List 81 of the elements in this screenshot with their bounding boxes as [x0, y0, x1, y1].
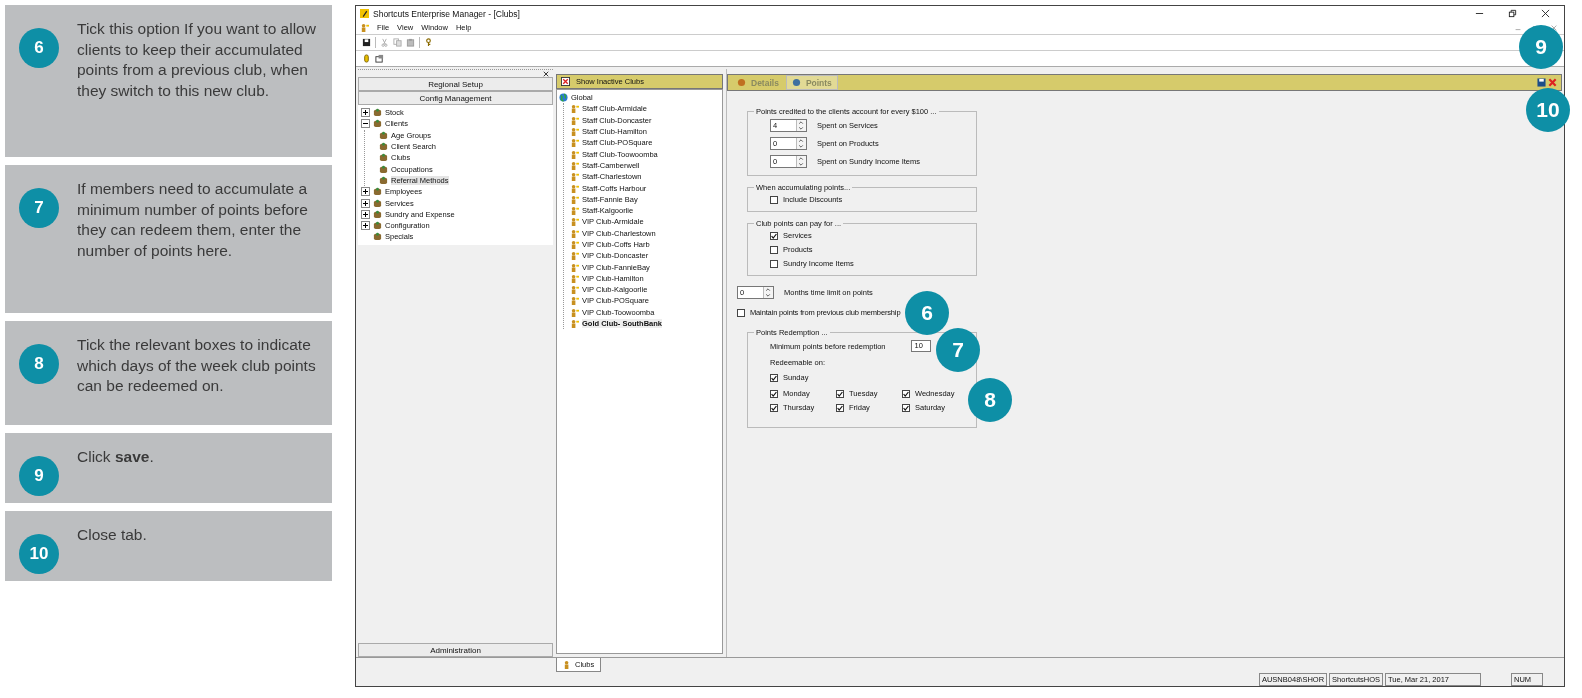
circle-icon [737, 78, 746, 87]
category-icon [379, 142, 388, 152]
spinner-icon[interactable] [797, 138, 805, 149]
step-number: 7 [19, 188, 59, 228]
step-text: Close tab. [77, 525, 147, 545]
figure-icon [570, 307, 579, 317]
save-icon[interactable] [1537, 78, 1546, 87]
category-icon [379, 164, 388, 174]
checkbox[interactable] [770, 245, 778, 254]
expander-icon[interactable] [361, 187, 370, 197]
checkbox[interactable] [770, 403, 778, 412]
checkbox[interactable] [770, 259, 778, 268]
category-icon [373, 198, 382, 208]
figure-icon [570, 251, 579, 261]
step-number: 10 [19, 534, 59, 574]
figure-icon [570, 206, 579, 216]
category-icon [373, 209, 382, 219]
figure-icon [570, 104, 579, 114]
nav-button[interactable]: Regional Setup [358, 77, 553, 91]
checkbox[interactable] [770, 389, 778, 398]
app-icon [360, 9, 369, 18]
expander-icon[interactable] [361, 108, 370, 118]
figure-icon [570, 194, 579, 204]
category-icon [379, 130, 388, 140]
expander-icon[interactable] [361, 119, 370, 129]
expander-icon[interactable] [361, 221, 370, 231]
expander-icon[interactable] [361, 198, 370, 208]
step-text: If members need to accumulate a minimum number of points before they can redeem them, enter the number of points here. [77, 179, 309, 261]
checkbox[interactable] [770, 195, 778, 204]
checkbox[interactable] [836, 403, 844, 412]
spinner-icon[interactable] [797, 156, 805, 167]
figure-icon [570, 138, 579, 148]
figure-icon [570, 285, 579, 295]
expander-icon[interactable] [361, 209, 370, 219]
checkbox[interactable] [836, 389, 844, 398]
window-title: Shortcuts Enterprise Manager - [Clubs] [373, 8, 520, 19]
spinner-icon[interactable] [797, 120, 805, 131]
figure-icon [570, 149, 579, 159]
circle-icon [791, 78, 801, 87]
checkbox[interactable] [902, 389, 910, 398]
category-icon [379, 153, 388, 163]
figure-icon [570, 228, 579, 238]
checkbox[interactable] [902, 403, 910, 412]
figure-icon [570, 217, 579, 227]
nav-button[interactable]: Config Management [358, 91, 553, 105]
category-icon [379, 175, 388, 185]
figure-icon [570, 240, 579, 249]
step-text: Click save. [77, 447, 154, 467]
step-text: Tick this option If you want to allow clients to keep their accumulated points from a previous club, when they switch to this new club. [77, 19, 317, 101]
checkbox[interactable] [770, 373, 778, 382]
category-icon [373, 187, 382, 197]
step-number: 9 [19, 456, 59, 496]
figure-icon [360, 23, 369, 32]
figure-icon [570, 296, 579, 306]
window-icon[interactable] [375, 54, 384, 63]
save-icon[interactable] [362, 38, 371, 47]
nav-button[interactable]: Administration [358, 643, 553, 657]
key-icon[interactable] [424, 38, 433, 47]
checkbox[interactable] [737, 308, 745, 317]
figure-icon [570, 262, 579, 272]
cylinder-icon[interactable] [362, 54, 371, 63]
spinner-icon[interactable] [764, 287, 772, 298]
category-icon [373, 221, 382, 231]
globe-icon [559, 93, 568, 103]
category-icon [373, 119, 382, 129]
paste-icon[interactable] [406, 38, 415, 47]
category-icon [373, 232, 382, 242]
restore-icon[interactable] [1508, 9, 1517, 18]
figure-icon [570, 273, 579, 283]
figure-icon [570, 319, 579, 329]
step-number: 8 [19, 344, 59, 384]
checkbox[interactable] [770, 231, 778, 240]
step-number: 6 [19, 28, 59, 68]
figure-icon [570, 172, 579, 182]
figure-icon [570, 115, 579, 125]
close-box-icon[interactable] [561, 77, 570, 86]
figure-icon [570, 160, 579, 170]
figure-icon [570, 127, 579, 137]
category-icon [373, 108, 382, 118]
step-text: Tick the relevant boxes to indicate which days of the week club points can be redeemed on. [77, 335, 317, 396]
figure-icon [570, 183, 579, 193]
